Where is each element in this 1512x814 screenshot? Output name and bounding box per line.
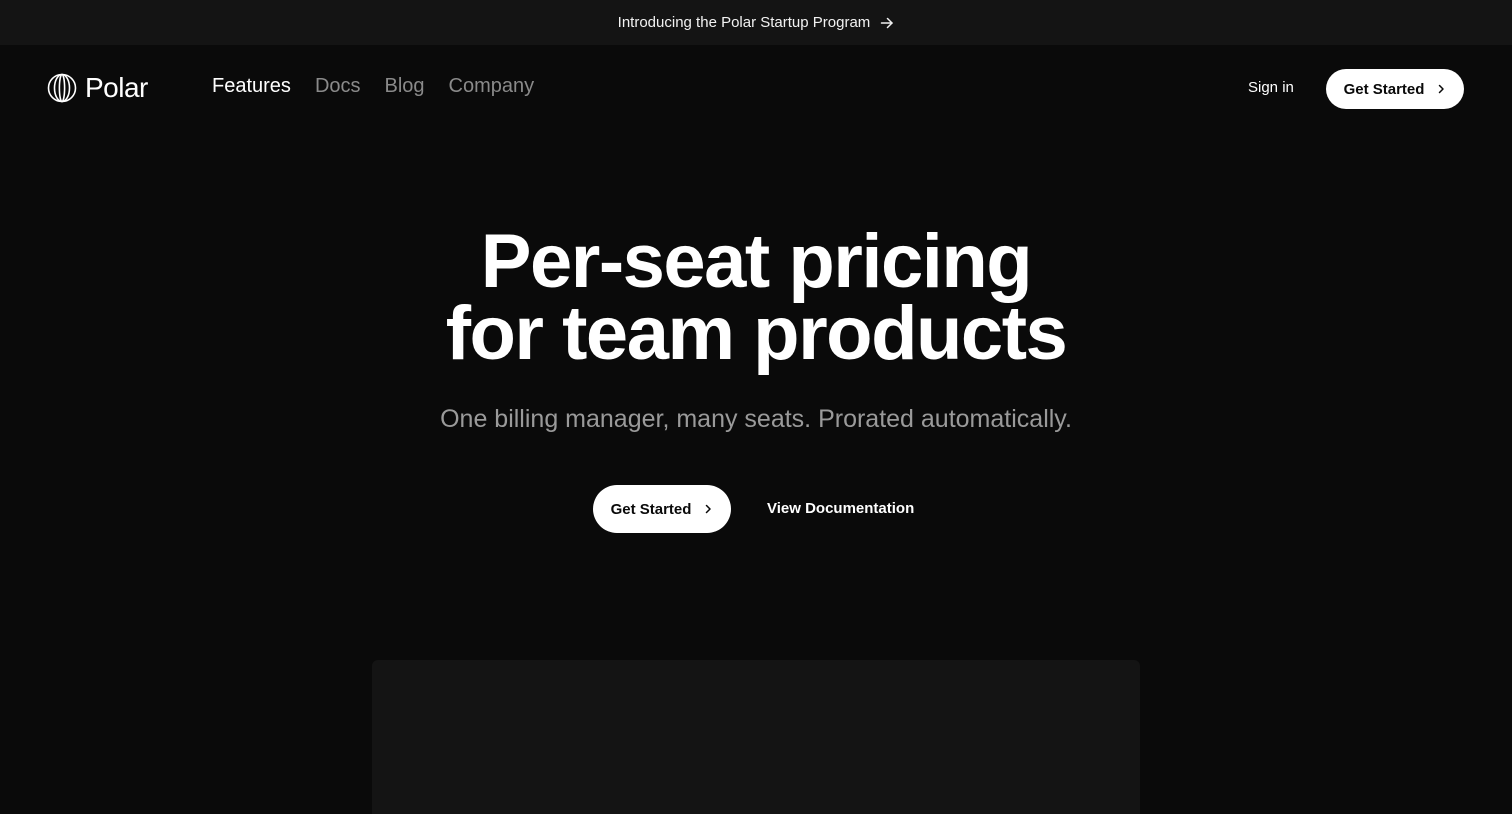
page: Introducing the Polar Startup Program Po… bbox=[0, 0, 1512, 814]
nav-links: Features Docs Blog Company bbox=[212, 75, 534, 98]
announcement-text: Introducing the Polar Startup Program bbox=[617, 14, 871, 31]
hero-get-started-label: Get Started bbox=[610, 500, 692, 518]
hero-title: Per-seat pricing for team products bbox=[0, 219, 1512, 376]
polar-logo-icon bbox=[47, 73, 77, 103]
hero-title-line-2: for team products bbox=[445, 291, 1068, 376]
nav-get-started-label: Get Started bbox=[1343, 80, 1425, 98]
brand-logo[interactable]: Polar bbox=[47, 72, 148, 104]
nav-link-features[interactable]: Features bbox=[212, 75, 291, 98]
hero-title-line-1: Per-seat pricing bbox=[480, 219, 1033, 304]
nav-link-company[interactable]: Company bbox=[449, 75, 535, 98]
hero-subtitle: One billing manager, many seats. Prorate… bbox=[440, 405, 1072, 433]
brand-name: Polar bbox=[85, 72, 148, 103]
sign-in-link[interactable]: Sign in bbox=[1248, 79, 1294, 96]
nav-link-blog[interactable]: Blog bbox=[385, 75, 425, 98]
arrow-right-icon bbox=[880, 16, 894, 30]
chevron-right-icon bbox=[1436, 84, 1446, 94]
chevron-right-icon bbox=[703, 504, 713, 514]
nav-link-docs[interactable]: Docs bbox=[315, 75, 361, 98]
top-navigation: Polar Features Docs Blog Company Sign in… bbox=[0, 45, 1512, 133]
hero-get-started-button[interactable]: Get Started bbox=[593, 485, 731, 533]
nav-get-started-button[interactable]: Get Started bbox=[1326, 69, 1464, 109]
product-preview-panel bbox=[372, 660, 1140, 814]
view-documentation-link[interactable]: View Documentation bbox=[767, 500, 914, 517]
announcement-bar[interactable]: Introducing the Polar Startup Program bbox=[0, 0, 1512, 45]
